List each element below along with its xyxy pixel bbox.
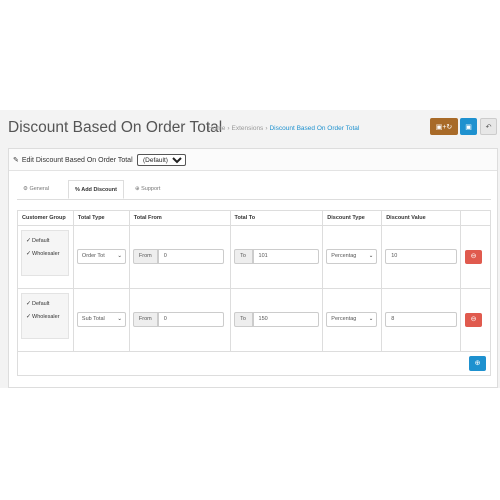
- col-total-from: Total From: [128, 210, 231, 226]
- total-type-select[interactable]: Sub Total ⌄: [76, 312, 126, 327]
- discount-type-cell: Percentag ⌄: [322, 288, 383, 352]
- discount-value-input[interactable]: 8: [385, 312, 458, 327]
- col-discount-value: Discount Value: [381, 210, 462, 226]
- discount-type-select[interactable]: Percentag ⌄: [326, 249, 378, 264]
- col-customer-group: Customer Group: [17, 210, 74, 226]
- gear-icon: ⚙: [23, 186, 28, 192]
- check-icon: ✓: [26, 238, 32, 244]
- total-type-cell: Sub Total ⌄: [72, 288, 130, 352]
- total-from-cell: From 0: [128, 225, 231, 289]
- check-icon: ✓: [26, 314, 32, 320]
- total-to-cell: To 101: [229, 225, 324, 289]
- chevron-down-icon: ⌄: [117, 253, 122, 259]
- customer-group-wholesaler[interactable]: ✓Wholesaler: [26, 313, 60, 320]
- discount-type-select[interactable]: Percentag ⌄: [326, 312, 378, 327]
- save-icon: ▣: [465, 123, 472, 131]
- discount-table: Customer Group Total Type Total From Tot…: [17, 210, 491, 352]
- customer-group-cell: ✓Default ✓Wholesaler: [17, 288, 74, 352]
- col-total-to: Total To: [229, 210, 324, 226]
- table-header-row: Customer Group Total Type Total From Tot…: [17, 210, 491, 226]
- total-to-input[interactable]: 101: [252, 249, 319, 264]
- breadcrumb-separator: ›: [227, 125, 230, 132]
- actions-cell: ⊖: [460, 225, 491, 289]
- check-icon: ✓: [26, 251, 32, 257]
- tab-bar: ⚙ General % Add Discount ⊕ Support: [17, 180, 491, 200]
- edit-panel: ✎ Edit Discount Based On Order Total (Def…: [8, 148, 498, 388]
- table-row: ✓Default ✓Wholesaler Order Tot ⌄ From 0 T…: [17, 225, 491, 289]
- breadcrumb-extensions[interactable]: Extensions: [232, 125, 264, 132]
- total-from-input[interactable]: 0: [157, 312, 224, 327]
- panel-heading: ✎ Edit Discount Based On Order Total (Def…: [9, 149, 497, 171]
- customer-group-default[interactable]: ✓Default: [26, 237, 49, 244]
- breadcrumb-separator: ›: [265, 125, 268, 132]
- customer-group-wholesaler[interactable]: ✓Wholesaler: [26, 250, 60, 257]
- breadcrumb: Home › Extensions › Discount Based On Order …: [208, 125, 359, 132]
- store-select[interactable]: (Default): [137, 154, 186, 166]
- total-type-cell: Order Tot ⌄: [72, 225, 130, 289]
- save-button[interactable]: ▣: [460, 118, 477, 135]
- total-to-input[interactable]: 150: [252, 312, 319, 327]
- remove-row-button[interactable]: ⊖: [465, 250, 483, 264]
- col-discount-type: Discount Type: [322, 210, 383, 226]
- tab-add-discount[interactable]: % Add Discount: [68, 180, 124, 199]
- table-row: ✓Default ✓Wholesaler Sub Total ⌄ From 0 T…: [17, 288, 491, 352]
- customer-group-list: ✓Default ✓Wholesaler: [21, 230, 69, 276]
- to-addon: To: [233, 312, 253, 327]
- chevron-down-icon: ⌄: [368, 253, 374, 259]
- actions-cell: ⊖: [460, 288, 491, 352]
- discount-value-cell: 10: [381, 225, 462, 289]
- back-button[interactable]: ↶: [480, 118, 497, 135]
- remove-row-button[interactable]: ⊖: [465, 313, 483, 327]
- table-footer-row: [17, 352, 491, 376]
- panel-title: ✎ Edit Discount Based On Order Total: [13, 157, 133, 164]
- save-and-close-icon: ▣+↻: [435, 123, 453, 131]
- chevron-down-icon: ⌄: [117, 316, 122, 322]
- discount-value-cell: 8: [381, 288, 462, 352]
- tab-support[interactable]: ⊕ Support: [129, 180, 166, 199]
- total-to-cell: To 150: [229, 288, 324, 352]
- save-and-close-button[interactable]: ▣+↻: [430, 118, 458, 135]
- check-icon: ✓: [26, 301, 32, 307]
- col-actions: [460, 210, 491, 226]
- percent-icon: %: [75, 187, 80, 193]
- discount-type-cell: Percentag ⌄: [322, 225, 383, 289]
- breadcrumb-home[interactable]: Home: [208, 125, 225, 132]
- customer-group-list: ✓Default ✓Wholesaler: [21, 293, 69, 339]
- page-title: Discount Based On Order Total: [8, 119, 223, 136]
- add-row-button[interactable]: ⊕: [469, 356, 486, 371]
- plus-circle-icon: ⊕: [474, 360, 481, 367]
- to-addon: To: [233, 249, 253, 264]
- total-from-cell: From 0: [128, 288, 231, 352]
- chevron-down-icon: ⌄: [368, 316, 374, 322]
- minus-circle-icon: ⊖: [470, 253, 477, 260]
- minus-circle-icon: ⊖: [470, 316, 477, 323]
- customer-group-cell: ✓Default ✓Wholesaler: [17, 225, 74, 289]
- tab-general[interactable]: ⚙ General: [17, 180, 55, 199]
- from-addon: From: [132, 249, 158, 264]
- from-addon: From: [132, 312, 158, 327]
- total-from-input[interactable]: 0: [157, 249, 224, 264]
- breadcrumb-current[interactable]: Discount Based On Order Total: [269, 125, 359, 132]
- customer-group-default[interactable]: ✓Default: [26, 300, 49, 307]
- back-icon: ↶: [485, 123, 492, 131]
- col-total-type: Total Type: [72, 210, 130, 226]
- discount-value-input[interactable]: 10: [385, 249, 458, 264]
- lifebuoy-icon: ⊕: [135, 186, 140, 192]
- total-type-select[interactable]: Order Tot ⌄: [76, 249, 126, 264]
- pencil-icon: ✎: [13, 157, 19, 164]
